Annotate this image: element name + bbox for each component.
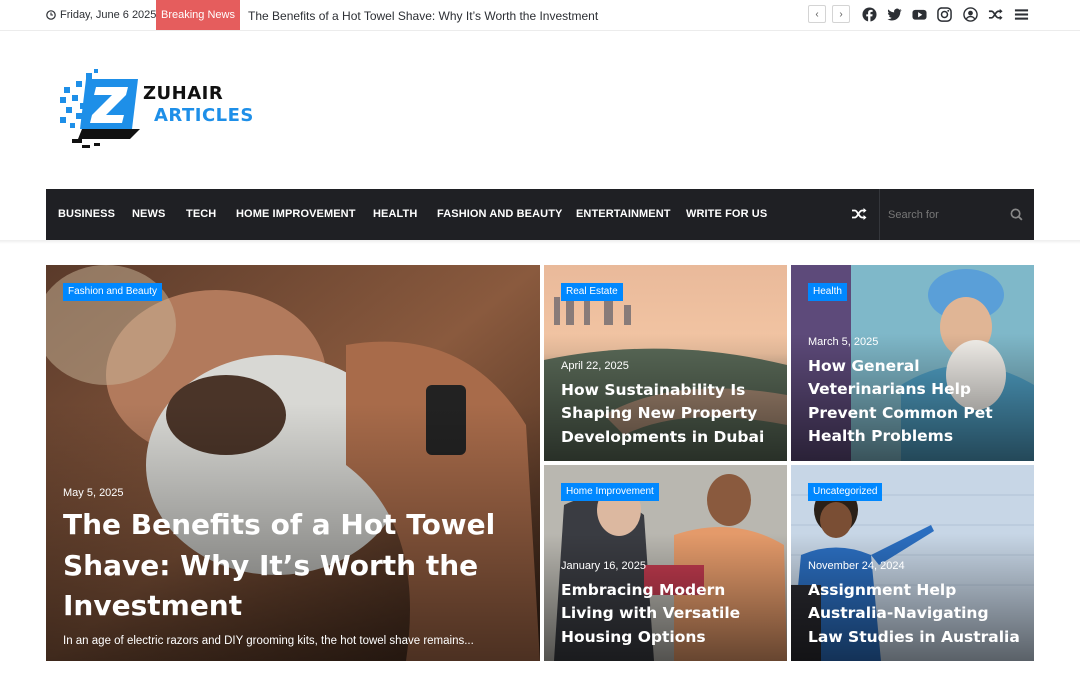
nav-item-health[interactable]: HEALTH [373, 208, 417, 220]
post-card[interactable]: Home Improvement January 16, 2025 Embrac… [544, 465, 787, 661]
menu-icon[interactable] [1013, 6, 1029, 22]
post-card[interactable]: Uncategorized November 24, 2024 Assignme… [791, 465, 1034, 661]
nav-item-tech[interactable]: TECH [186, 208, 216, 220]
facebook-icon[interactable] [861, 6, 877, 22]
nav-item-entertainment[interactable]: ENTERTAINMENT [576, 208, 671, 220]
search-icon[interactable] [1010, 208, 1023, 221]
featured-post-card[interactable]: Fashion and Beauty May 5, 2025 The Benef… [46, 265, 540, 661]
category-badge[interactable]: Real Estate [561, 283, 623, 301]
logo-text-line2: ARTICLES [154, 105, 254, 126]
main-nav: BUSINESS NEWS TECH HOME IMPROVEMENT HEAL… [46, 189, 1034, 240]
random-article-icon[interactable] [851, 206, 867, 222]
post-title[interactable]: Assignment Help Australia-Navigating Law… [808, 579, 1020, 649]
random-icon[interactable] [987, 6, 1003, 22]
post-title[interactable]: Embracing Modern Living with Versatile H… [561, 579, 773, 649]
logo-text-line1: ZUHAIR [143, 83, 224, 104]
category-badge[interactable]: Uncategorized [808, 483, 883, 501]
nav-item-fashion-and-beauty[interactable]: FASHION AND BEAUTY [437, 208, 562, 220]
nav-divider [0, 240, 1080, 244]
post-date: April 22, 2025 [561, 360, 629, 372]
nav-search [879, 189, 1034, 240]
site-logo[interactable]: ZUHAIR ARTICLES [58, 67, 258, 151]
post-title[interactable]: The Benefits of a Hot Towel Shave: Why I… [63, 505, 526, 627]
nav-item-news[interactable]: NEWS [132, 208, 165, 220]
logo-mark-icon [60, 69, 140, 148]
breaking-news-label: Breaking News [156, 0, 240, 30]
date-text: Friday, June 6 2025 [60, 9, 157, 21]
category-badge[interactable]: Fashion and Beauty [63, 283, 162, 301]
twitter-icon[interactable] [886, 6, 902, 22]
search-input[interactable] [888, 206, 998, 224]
post-title[interactable]: How Sustainability Is Shaping New Proper… [561, 379, 773, 449]
user-icon[interactable] [962, 6, 978, 22]
youtube-icon[interactable] [911, 6, 927, 22]
post-date: November 24, 2024 [808, 560, 905, 572]
post-title[interactable]: How General Veterinarians Help Prevent C… [808, 355, 1020, 448]
current-date: Friday, June 6 2025 [46, 9, 156, 21]
clock-icon [46, 10, 56, 20]
nav-item-business[interactable]: BUSINESS [58, 208, 115, 220]
post-date: May 5, 2025 [63, 487, 124, 499]
post-card[interactable]: Health March 5, 2025 How General Veterin… [791, 265, 1034, 461]
breaking-prev-button[interactable]: ‹ [808, 5, 826, 23]
post-excerpt: In an age of electric razors and DIY gro… [63, 635, 474, 647]
instagram-icon[interactable] [936, 6, 952, 22]
category-badge[interactable]: Health [808, 283, 847, 301]
post-card[interactable]: Real Estate April 22, 2025 How Sustainab… [544, 265, 787, 461]
nav-item-home-improvement[interactable]: HOME IMPROVEMENT [236, 208, 356, 220]
category-badge[interactable]: Home Improvement [561, 483, 659, 501]
post-date: January 16, 2025 [561, 560, 647, 572]
top-bar: Friday, June 6 2025 Breaking News The Be… [0, 0, 1080, 31]
nav-item-write-for-us[interactable]: WRITE FOR US [686, 208, 767, 220]
post-date: March 5, 2025 [808, 336, 879, 348]
breaking-news-headline[interactable]: The Benefits of a Hot Towel Shave: Why I… [248, 9, 598, 23]
breaking-next-button[interactable]: › [832, 5, 850, 23]
